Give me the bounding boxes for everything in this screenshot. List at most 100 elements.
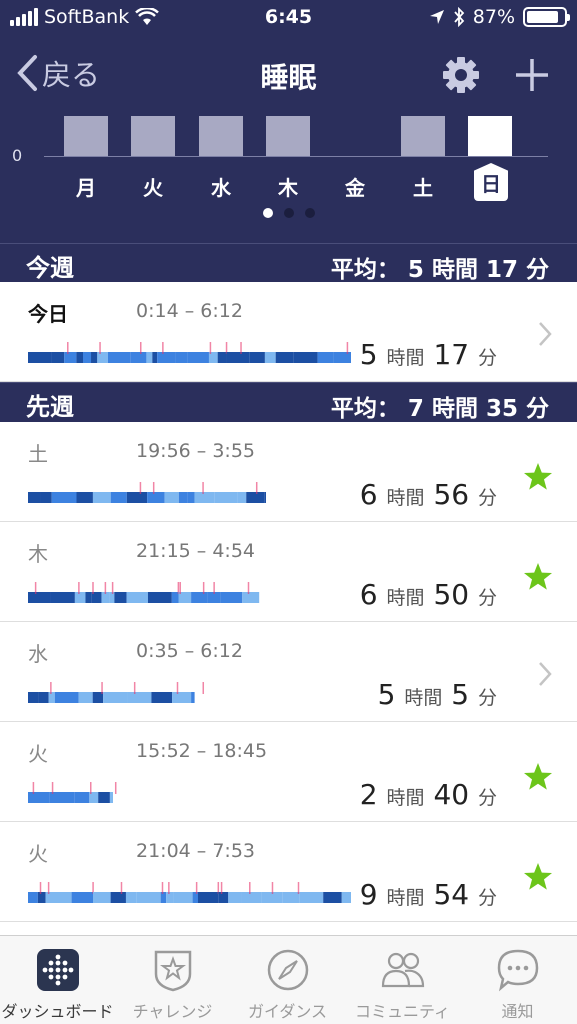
- day-label[interactable]: 土: [401, 172, 445, 201]
- chevron-right-icon[interactable]: [537, 320, 553, 348]
- hour-unit: 時間: [404, 687, 443, 709]
- page-dot: [304, 208, 315, 218]
- people-icon: [381, 952, 425, 988]
- plus-icon[interactable]: [513, 56, 551, 94]
- avg-minute-unit: 分: [526, 257, 549, 283]
- week-bar-3[interactable]: [266, 116, 310, 156]
- minute-unit: 分: [477, 487, 497, 509]
- avg-prefix: 平均：: [330, 257, 400, 283]
- minute-unit: 分: [477, 887, 497, 909]
- sleep-stage-track: [28, 582, 260, 603]
- log-time-range: 21:04 – 7:53: [136, 840, 256, 862]
- sleep-log-row[interactable]: 火 15:52 – 18:45 2 時間 40 分: [0, 722, 577, 822]
- hour-unit: 時間: [386, 787, 425, 809]
- sleep-log-row[interactable]: 木 21:15 – 4:54 6 時間 50 分: [0, 522, 577, 622]
- hour-unit: 時間: [386, 587, 425, 609]
- avg-hour-unit: 時間: [431, 257, 478, 283]
- battery-fill: [527, 11, 559, 23]
- log-minutes: 5: [451, 678, 470, 711]
- chevron-right-icon[interactable]: [537, 660, 553, 688]
- sleep-stage-track: [28, 342, 351, 363]
- tab-label: ガイダンス: [247, 1002, 328, 1021]
- week-bar-1[interactable]: [131, 116, 175, 156]
- chart-zero-label: 0: [12, 146, 23, 165]
- week-bar-6[interactable]: [468, 116, 512, 156]
- avg-minute-unit: 分: [526, 396, 549, 422]
- sleep-log-row[interactable]: 土 19:56 – 3:55 6 時間 56 分: [0, 422, 577, 522]
- minute-unit: 分: [477, 587, 497, 609]
- last-week-label: 先週: [26, 393, 74, 421]
- log-hours: 2: [359, 778, 378, 811]
- tab-label: コミュニティ: [354, 1002, 451, 1021]
- hour-unit: 時間: [386, 487, 425, 509]
- log-hours: 9: [359, 878, 378, 911]
- dashboard-icon: [37, 949, 79, 991]
- week-bar-2[interactable]: [199, 116, 243, 156]
- avg-minutes: 17: [485, 257, 518, 283]
- page-dot: [262, 208, 273, 218]
- chart-baseline: [44, 156, 548, 157]
- tab-compass[interactable]: ガイダンス: [230, 936, 345, 1024]
- log-minutes: 40: [433, 778, 470, 811]
- log-hours: 5: [377, 678, 396, 711]
- nav-bar: 戻る 睡眠: [0, 52, 577, 98]
- avg-hours: 5: [407, 257, 424, 283]
- day-label[interactable]: 水: [199, 172, 243, 201]
- hour-unit: 時間: [386, 887, 425, 909]
- tab-label: ダッシュボード: [1, 1002, 114, 1021]
- log-day: 今日: [28, 302, 68, 326]
- log-time-range: 15:52 – 18:45: [136, 740, 268, 762]
- log-minutes: 56: [433, 478, 470, 511]
- page-dot: [283, 208, 294, 218]
- day-label-today[interactable]: 日: [474, 163, 508, 201]
- log-time-range: 21:15 – 4:54: [136, 540, 256, 562]
- log-hours: 6: [359, 578, 378, 611]
- sleep-stage-track: [28, 882, 351, 903]
- battery-percent: 87%: [472, 6, 515, 28]
- day-label[interactable]: 木: [266, 172, 310, 201]
- tab-chat-bubble[interactable]: 通知: [460, 936, 575, 1024]
- log-day: 火: [28, 842, 48, 866]
- bluetooth-icon: [454, 7, 465, 27]
- avg-hours: 7: [407, 396, 424, 422]
- log-hours: 6: [359, 478, 378, 511]
- log-day: 木: [28, 542, 48, 566]
- tab-bar: ダッシュボード チャレンジ ガイダンス コミュニティ 通知: [0, 935, 577, 1024]
- this-week-average: 平均： 5 時間 17 分: [331, 250, 549, 284]
- log-duration: 2 時間 40 分: [360, 778, 497, 811]
- log-day: 火: [28, 742, 48, 766]
- week-bar-5[interactable]: [401, 116, 445, 156]
- page-title: 睡眠: [260, 61, 317, 94]
- this-week-header: 今週 平均： 5 時間 17 分: [0, 243, 577, 283]
- goal-star-icon: [524, 863, 552, 890]
- sleep-log-row[interactable]: 今日 0:14 – 6:12 5 時間 17 分: [0, 282, 577, 382]
- week-bar-0[interactable]: [64, 116, 108, 156]
- tab-people[interactable]: コミュニティ: [345, 936, 460, 1024]
- sleep-stage-track: [28, 682, 205, 703]
- sleep-log-row[interactable]: 水 0:35 – 6:12 5 時間 5 分: [0, 622, 577, 722]
- tab-dashboard[interactable]: ダッシュボード: [0, 936, 115, 1024]
- log-day: 土: [28, 442, 48, 466]
- battery-icon: [523, 7, 570, 27]
- log-duration: 9 時間 54 分: [360, 878, 497, 911]
- this-week-label: 今週: [26, 254, 74, 282]
- log-duration: 5 時間 17 分: [360, 338, 497, 371]
- minute-unit: 分: [477, 347, 497, 369]
- day-label[interactable]: 金: [333, 172, 377, 201]
- minute-unit: 分: [477, 787, 497, 809]
- day-label[interactable]: 火: [131, 172, 175, 201]
- status-bar: SoftBank 6:45 87%: [0, 6, 577, 32]
- log-time-range: 0:35 – 6:12: [136, 640, 243, 662]
- log-hours: 5: [359, 338, 378, 371]
- sleep-log-row[interactable]: 火 21:04 – 7:53 9 時間 54 分: [0, 822, 577, 922]
- gear-icon[interactable]: [442, 56, 480, 94]
- log-day: 水: [28, 642, 48, 666]
- log-time-range: 19:56 – 3:55: [136, 440, 256, 462]
- day-label[interactable]: 月: [64, 172, 108, 201]
- tab-challenge-star[interactable]: チャレンジ: [115, 936, 230, 1024]
- goal-star-icon: [524, 563, 552, 590]
- log-minutes: 50: [433, 578, 470, 611]
- avg-hour-unit: 時間: [431, 396, 478, 422]
- last-week-header: 先週 平均： 7 時間 35 分: [0, 382, 577, 422]
- minute-unit: 分: [477, 687, 497, 709]
